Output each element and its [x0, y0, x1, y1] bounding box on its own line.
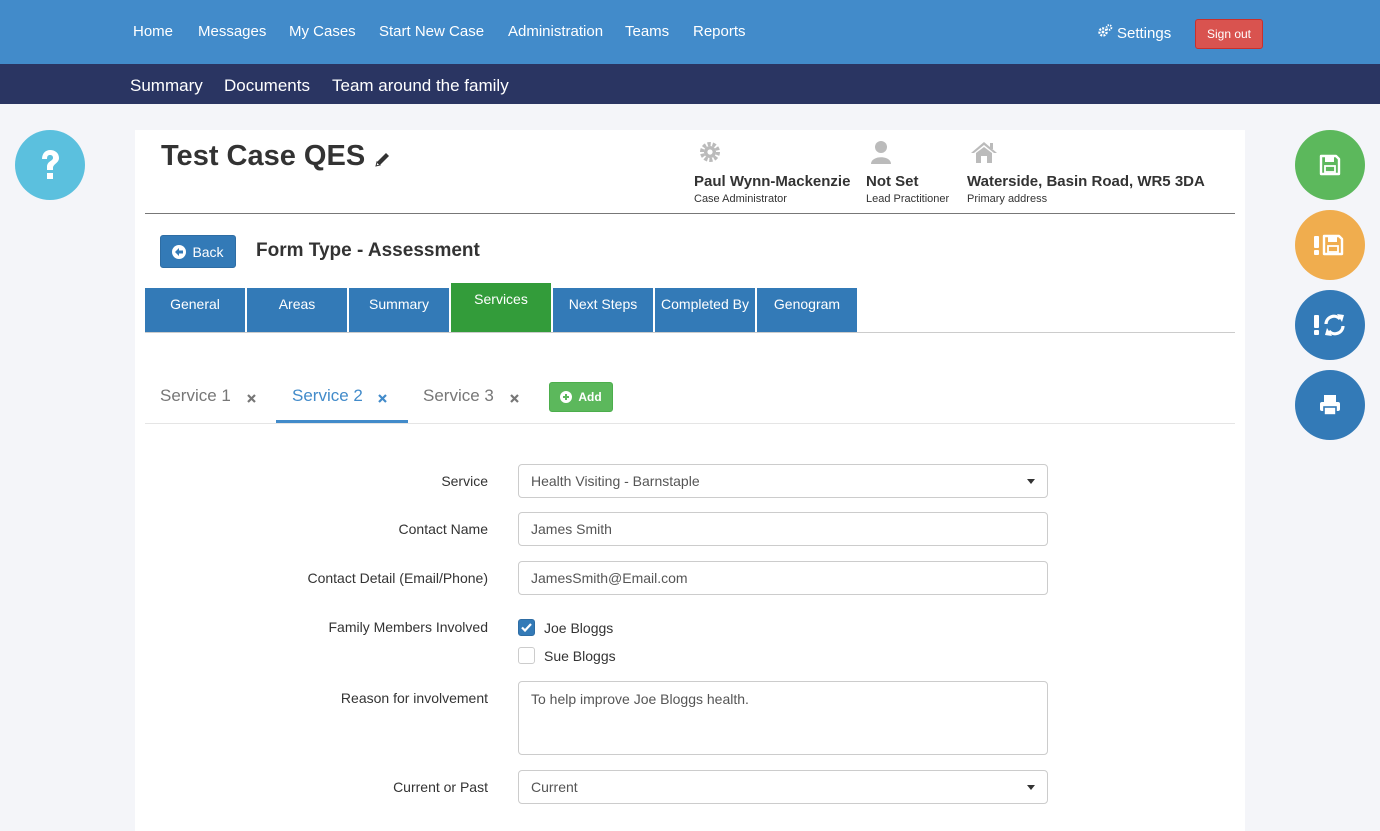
current-or-past-label: Current or Past: [393, 779, 488, 795]
service-tabs-divider: [145, 423, 1235, 424]
exclamation-floppy-icon: [1314, 234, 1344, 256]
check-icon: [521, 623, 532, 632]
settings-link[interactable]: Settings: [1097, 23, 1171, 43]
save-draft-button[interactable]: [1295, 210, 1365, 280]
nav-home[interactable]: Home: [133, 23, 173, 40]
checkbox-unchecked[interactable]: [518, 647, 535, 664]
checkbox-checked[interactable]: [518, 619, 535, 636]
gears-icon: [1097, 23, 1113, 43]
tab-areas[interactable]: Areas: [247, 288, 347, 332]
primary-address-label: Primary address: [967, 193, 1048, 205]
current-or-past-select[interactable]: Current: [518, 770, 1048, 804]
reason-label: Reason for involvement: [340, 690, 488, 706]
close-icon[interactable]: [510, 390, 519, 408]
family-member-joe-bloggs[interactable]: Joe Bloggs: [518, 619, 613, 636]
service-tab-3[interactable]: Service 3: [423, 386, 494, 406]
tab-genogram[interactable]: Genogram: [757, 288, 857, 332]
family-member-sue-bloggs[interactable]: Sue Bloggs: [518, 647, 616, 664]
caret-down-icon: [1027, 478, 1035, 484]
print-icon: [1320, 395, 1340, 416]
case-title: Test Case QES: [161, 140, 366, 172]
service-select[interactable]: Health Visiting - Barnstaple: [518, 464, 1048, 498]
floppy-disk-icon: [1319, 154, 1341, 176]
lead-practitioner-name: Not Set: [866, 173, 919, 190]
close-icon[interactable]: [378, 390, 387, 408]
case-subnav: Summary Documents Team around the family: [0, 64, 1380, 104]
gear-icon: [698, 140, 850, 169]
print-button[interactable]: [1295, 370, 1365, 440]
tab-next-steps[interactable]: Next Steps: [553, 288, 653, 332]
tabs-divider: [145, 332, 1235, 333]
plus-circle-icon: [560, 391, 573, 403]
add-label: Add: [578, 390, 602, 404]
tab-summary[interactable]: Summary: [349, 288, 449, 332]
service-label: Service: [441, 473, 488, 489]
save-button[interactable]: [1295, 130, 1365, 200]
nav-reports[interactable]: Reports: [693, 23, 746, 40]
exclamation-refresh-icon: [1314, 314, 1345, 336]
service-value: Health Visiting - Barnstaple: [531, 473, 700, 489]
user-icon: [870, 140, 949, 169]
case-form-card: Test Case QES Paul Wynn-Mackenzie Case A…: [135, 130, 1245, 831]
home-icon: [970, 140, 1205, 169]
tab-services[interactable]: Services: [451, 283, 551, 332]
family-member-name: Sue Bloggs: [544, 647, 616, 664]
sign-out-button[interactable]: Sign out: [1195, 19, 1263, 49]
refresh-button[interactable]: [1295, 290, 1365, 360]
case-administrator-info: Paul Wynn-Mackenzie Case Administrator: [694, 140, 850, 205]
administrator-role: Case Administrator: [694, 193, 787, 205]
lead-practitioner-role: Lead Practitioner: [866, 193, 950, 205]
tab-completed-by[interactable]: Completed By: [655, 288, 755, 332]
settings-label: Settings: [1117, 24, 1172, 42]
header-divider: [145, 213, 1235, 214]
family-members-label: Family Members Involved: [328, 619, 489, 635]
pencil-icon[interactable]: [374, 151, 391, 173]
service-tab-1[interactable]: Service 1: [160, 386, 231, 406]
subnav-summary[interactable]: Summary: [130, 76, 203, 96]
nav-my-cases[interactable]: My Cases: [289, 23, 356, 40]
back-button[interactable]: Back: [160, 235, 236, 268]
administrator-name: Paul Wynn-Mackenzie: [694, 173, 851, 190]
subnav-team-around-family[interactable]: Team around the family: [332, 76, 509, 96]
subnav-documents[interactable]: Documents: [224, 76, 310, 96]
primary-address: Waterside, Basin Road, WR5 3DA: [967, 173, 1205, 190]
contact-detail-input[interactable]: [518, 561, 1048, 595]
family-member-name: Joe Bloggs: [544, 619, 614, 636]
current-or-past-value: Current: [531, 779, 578, 795]
contact-detail-label: Contact Detail (Email/Phone): [307, 570, 488, 586]
close-icon[interactable]: [247, 390, 256, 408]
tab-general[interactable]: General: [145, 288, 245, 332]
primary-address-info: Waterside, Basin Road, WR5 3DA Primary a…: [967, 140, 1205, 205]
nav-administration[interactable]: Administration: [508, 23, 603, 40]
service-tab-2[interactable]: Service 2: [292, 386, 363, 406]
nav-teams[interactable]: Teams: [625, 23, 669, 40]
form-type-title: Form Type - Assessment: [256, 240, 480, 261]
help-button[interactable]: [15, 130, 85, 200]
back-label: Back: [192, 243, 224, 260]
lead-practitioner-info: Not Set Lead Practitioner: [866, 140, 949, 205]
contact-name-label: Contact Name: [398, 521, 488, 537]
add-service-button[interactable]: Add: [549, 382, 613, 412]
top-navbar: Home Messages My Cases Start New Case Ad…: [0, 0, 1380, 64]
arrow-left-icon: [172, 244, 187, 259]
contact-name-input[interactable]: [518, 512, 1048, 546]
nav-start-new-case[interactable]: Start New Case: [379, 23, 484, 40]
question-icon: [42, 150, 59, 179]
caret-down-icon: [1027, 784, 1035, 790]
reason-textarea[interactable]: To help improve Joe Bloggs health.: [518, 681, 1048, 755]
nav-messages[interactable]: Messages: [198, 23, 266, 40]
